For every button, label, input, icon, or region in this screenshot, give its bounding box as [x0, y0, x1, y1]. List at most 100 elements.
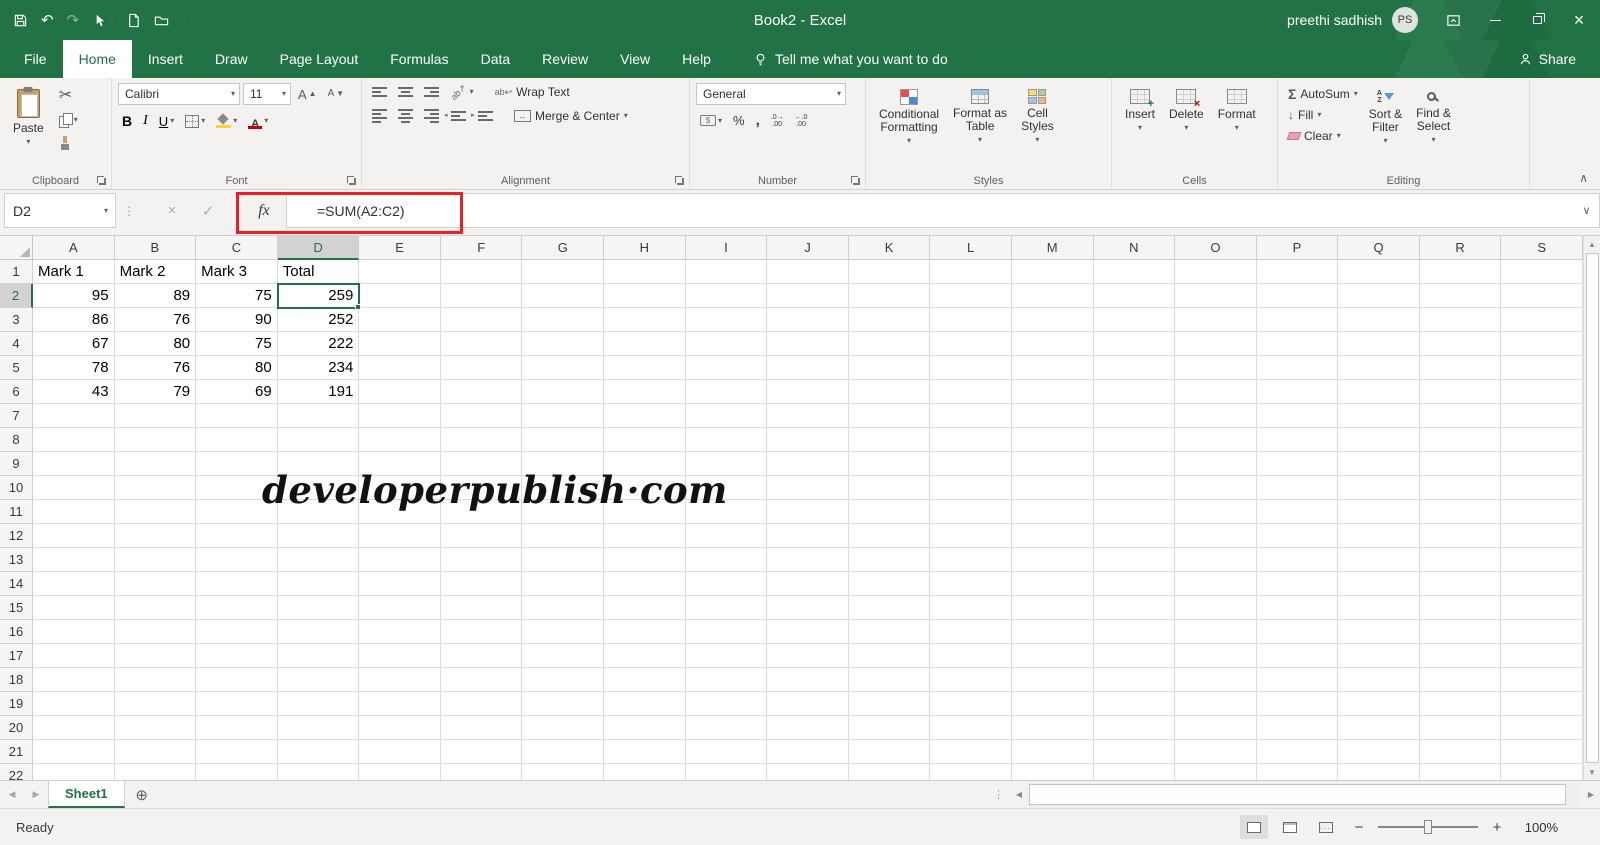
cell-E5[interactable]: [359, 356, 441, 380]
cell-O3[interactable]: [1175, 308, 1257, 332]
cell-O2[interactable]: [1175, 284, 1257, 308]
cell-H17[interactable]: [604, 644, 686, 668]
cell-M9[interactable]: [1011, 452, 1094, 476]
cell-G12[interactable]: [522, 524, 605, 548]
increase-font-size-button[interactable]: A ▲: [294, 85, 321, 104]
cell-C5[interactable]: 80: [196, 356, 278, 380]
cell-I4[interactable]: [685, 332, 768, 356]
cell-H9[interactable]: [604, 452, 686, 476]
column-header-J[interactable]: J: [767, 236, 849, 260]
column-header-N[interactable]: N: [1093, 236, 1176, 260]
cell-J17[interactable]: [767, 644, 849, 668]
enter-button[interactable]: ✓: [190, 193, 226, 228]
cell-K5[interactable]: [848, 356, 931, 380]
cell-B9[interactable]: [114, 452, 197, 476]
cell-H4[interactable]: [604, 332, 686, 356]
cell-Q5[interactable]: [1338, 356, 1420, 380]
cell-I5[interactable]: [685, 356, 768, 380]
row-header-16[interactable]: 16: [0, 620, 33, 644]
redo-button[interactable]: ↷: [67, 13, 80, 28]
cell-K13[interactable]: [848, 548, 931, 572]
cell-I6[interactable]: [685, 380, 768, 404]
cell-O14[interactable]: [1175, 572, 1257, 596]
cell-R20[interactable]: [1419, 716, 1502, 740]
cell-P12[interactable]: [1256, 524, 1339, 548]
cell-M17[interactable]: [1011, 644, 1094, 668]
cell-P1[interactable]: [1256, 260, 1339, 284]
cell-N1[interactable]: [1093, 260, 1176, 284]
cell-E10[interactable]: [359, 476, 441, 500]
cell-F10[interactable]: [440, 476, 523, 500]
cell-L6[interactable]: [930, 380, 1012, 404]
cell-B10[interactable]: [114, 476, 197, 500]
format-painter-button[interactable]: [55, 133, 82, 153]
cell-S1[interactable]: [1501, 260, 1583, 284]
cell-N7[interactable]: [1093, 404, 1176, 428]
cell-O18[interactable]: [1175, 668, 1257, 692]
cell-S10[interactable]: [1501, 476, 1583, 500]
cell-K2[interactable]: [848, 284, 931, 308]
cell-E9[interactable]: [359, 452, 441, 476]
cell-G15[interactable]: [522, 596, 605, 620]
cell-I12[interactable]: [685, 524, 768, 548]
cell-Q7[interactable]: [1338, 404, 1420, 428]
cell-C15[interactable]: [196, 596, 278, 620]
cell-G6[interactable]: [522, 380, 605, 404]
cell-Q8[interactable]: [1338, 428, 1420, 452]
cell-C14[interactable]: [196, 572, 278, 596]
cell-B17[interactable]: [114, 644, 197, 668]
cell-C7[interactable]: [196, 404, 278, 428]
cell-J3[interactable]: [767, 308, 849, 332]
cell-B21[interactable]: [114, 740, 197, 764]
column-header-O[interactable]: O: [1175, 236, 1257, 260]
column-header-P[interactable]: P: [1256, 236, 1339, 260]
cell-E6[interactable]: [359, 380, 441, 404]
cell-I3[interactable]: [685, 308, 768, 332]
cell-C10[interactable]: [196, 476, 278, 500]
cell-G20[interactable]: [522, 716, 605, 740]
cell-I11[interactable]: [685, 500, 768, 524]
cell-M8[interactable]: [1011, 428, 1094, 452]
find-select-button[interactable]: Find & Select ▾: [1409, 83, 1458, 172]
cell-M7[interactable]: [1011, 404, 1094, 428]
cell-A2[interactable]: 95: [33, 284, 115, 308]
touch-mouse-mode-button[interactable]: ▾: [92, 13, 113, 28]
cell-F11[interactable]: [440, 500, 523, 524]
cell-N19[interactable]: [1093, 692, 1176, 716]
cell-C19[interactable]: [196, 692, 278, 716]
zoom-slider[interactable]: [1378, 818, 1478, 836]
paste-button[interactable]: Paste ▾: [6, 83, 51, 172]
cell-C3[interactable]: 90: [196, 308, 278, 332]
cell-K7[interactable]: [848, 404, 931, 428]
cell-K18[interactable]: [848, 668, 931, 692]
cell-J6[interactable]: [767, 380, 849, 404]
accounting-format-button[interactable]: ▾: [696, 112, 726, 129]
scrollbar-resize-grip[interactable]: ⋮: [987, 781, 1010, 808]
name-box[interactable]: D2 ▾: [4, 193, 116, 228]
cell-L19[interactable]: [930, 692, 1012, 716]
zoom-out-button[interactable]: −: [1348, 819, 1370, 836]
cell-L4[interactable]: [930, 332, 1012, 356]
cell-F3[interactable]: [440, 308, 523, 332]
page-break-view-button[interactable]: [1312, 815, 1340, 839]
font-dialog-launcher[interactable]: [346, 175, 357, 186]
save-button[interactable]: [13, 13, 28, 28]
cell-O19[interactable]: [1175, 692, 1257, 716]
cell-R10[interactable]: [1419, 476, 1502, 500]
cell-O7[interactable]: [1175, 404, 1257, 428]
cell-D10[interactable]: [277, 476, 360, 500]
cell-G11[interactable]: [522, 500, 605, 524]
fill-color-button[interactable]: ▾: [212, 111, 241, 131]
cell-H12[interactable]: [604, 524, 686, 548]
cell-K3[interactable]: [848, 308, 931, 332]
cell-C21[interactable]: [196, 740, 278, 764]
cell-O21[interactable]: [1175, 740, 1257, 764]
row-header-2[interactable]: 2: [0, 284, 33, 308]
cell-E2[interactable]: [359, 284, 441, 308]
cell-P15[interactable]: [1256, 596, 1339, 620]
cell-B11[interactable]: [114, 500, 197, 524]
cell-L9[interactable]: [930, 452, 1012, 476]
cell-I21[interactable]: [685, 740, 768, 764]
cell-E11[interactable]: [359, 500, 441, 524]
cell-B7[interactable]: [114, 404, 197, 428]
